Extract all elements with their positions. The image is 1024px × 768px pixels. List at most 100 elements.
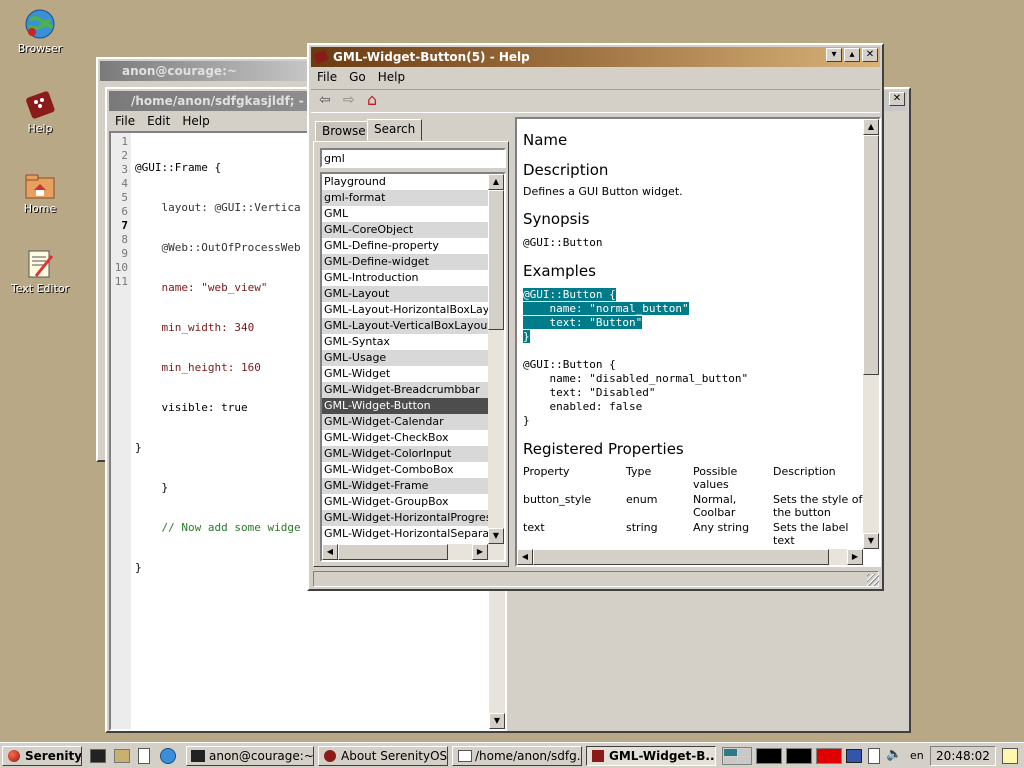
serenity-logo-icon <box>324 750 336 762</box>
heading-description: Description <box>523 161 609 179</box>
clock[interactable]: 20:48:02 <box>930 746 996 766</box>
desktop-icon-home[interactable]: Home <box>5 168 75 215</box>
scroll-thumb[interactable] <box>863 135 879 375</box>
help-window[interactable]: GML-Widget-Button(5) - Help ▾ ▴ ✕ File Go… <box>307 43 884 591</box>
volume-icon[interactable]: 🔈 <box>886 747 902 762</box>
h-scroll-thumb[interactable] <box>533 549 829 565</box>
network-icon[interactable] <box>846 749 862 763</box>
list-item[interactable]: GML-Widget <box>322 366 488 382</box>
list-item[interactable]: GML-Widget-CheckBox <box>322 430 488 446</box>
memory-graph[interactable] <box>816 748 842 764</box>
network-graph[interactable] <box>786 748 812 764</box>
text-editor-icon <box>24 248 56 280</box>
help-document-view[interactable]: Name Description Defines a GUI Button wi… <box>515 117 881 567</box>
tab-search[interactable]: Search <box>367 119 423 141</box>
editor-menu-edit[interactable]: Edit <box>141 111 176 131</box>
editor-menu-help[interactable]: Help <box>176 111 215 131</box>
editor-code[interactable]: @GUI::Frame { layout: @GUI::Vertica @Web… <box>135 135 301 601</box>
scroll-down-button[interactable]: ▼ <box>488 528 504 544</box>
list-item[interactable]: GML-Usage <box>322 350 488 366</box>
desktop-icon-text-editor[interactable]: Text Editor <box>5 248 75 295</box>
scroll-left-button[interactable]: ◀ <box>517 549 533 565</box>
terminal-titlebar[interactable]: anon@courage:~ <box>100 61 314 81</box>
search-input[interactable] <box>320 148 506 168</box>
task-help[interactable]: GML-Widget-B... <box>586 746 716 766</box>
list-item[interactable]: GML-Layout <box>322 286 488 302</box>
maximize-button[interactable]: ▴ <box>844 48 860 62</box>
clipboard-icon[interactable] <box>868 748 880 764</box>
terminal-icon[interactable] <box>90 749 106 763</box>
document-vertical-scrollbar[interactable]: ▲ ▼ <box>863 119 879 549</box>
list-item[interactable]: GML-Widget-Calendar <box>322 414 488 430</box>
help-menu-help[interactable]: Help <box>372 67 411 87</box>
list-item[interactable]: GML-Widget-Button <box>322 398 488 414</box>
list-item[interactable]: GML-CoreObject <box>322 222 488 238</box>
list-item[interactable]: gml-format <box>322 190 488 206</box>
file-manager-icon[interactable] <box>114 749 130 763</box>
desktop-icon-help[interactable]: Help <box>5 88 75 135</box>
workspace-switcher[interactable] <box>722 747 752 765</box>
keyboard-layout[interactable]: en <box>910 749 924 762</box>
resize-grip[interactable] <box>867 574 879 586</box>
list-item[interactable]: GML-Define-widget <box>322 254 488 270</box>
scroll-thumb[interactable] <box>488 190 504 330</box>
editor-menu-file[interactable]: File <box>109 111 141 131</box>
tab-browse[interactable]: Browse <box>315 121 373 141</box>
code-line: } <box>135 481 169 494</box>
list-item[interactable]: GML-Widget-ComboBox <box>322 462 488 478</box>
list-item[interactable]: GML-Widget-GroupBox <box>322 494 488 510</box>
list-item[interactable]: GML-Widget-HorizontalSeparator <box>322 526 488 542</box>
forward-icon[interactable]: ⇨ <box>343 92 355 108</box>
start-button[interactable]: Serenity <box>2 746 82 766</box>
workspace-4 <box>738 757 751 764</box>
text-editor-icon[interactable] <box>138 748 150 764</box>
browser-icon[interactable] <box>160 748 176 764</box>
back-icon[interactable]: ⇦ <box>319 92 331 108</box>
help-app-icon <box>313 50 329 64</box>
scroll-up-button[interactable]: ▲ <box>488 174 504 190</box>
desktop-icon-browser[interactable]: Browser <box>5 8 75 55</box>
list-item[interactable]: GML-Widget-ColorInput <box>322 446 488 462</box>
list-item[interactable]: GML-Layout-HorizontalBoxLayout <box>322 302 488 318</box>
scroll-left-button[interactable]: ◀ <box>322 544 338 560</box>
close-button[interactable]: ✕ <box>862 48 878 62</box>
tab-panel-search: Playgroundgml-formatGMLGML-CoreObjectGML… <box>313 141 509 567</box>
scroll-down-button[interactable]: ▼ <box>863 533 879 549</box>
editor-close-button[interactable]: ✕ <box>889 92 905 106</box>
help-menu-go[interactable]: Go <box>343 67 372 87</box>
list-item[interactable]: GML-Layout-VerticalBoxLayout <box>322 318 488 334</box>
list-item[interactable]: GML-Widget-Frame <box>322 478 488 494</box>
help-statusbar <box>313 571 879 587</box>
home-icon[interactable]: ⌂ <box>367 90 377 109</box>
list-item[interactable]: GML-Widget-HorizontalProgressbar <box>322 510 488 526</box>
list-item[interactable]: GML-Define-property <box>322 238 488 254</box>
code-line: visible: true <box>135 401 248 414</box>
h-scroll-thumb[interactable] <box>338 544 448 560</box>
search-results-list[interactable]: Playground gml-format GML GML-CoreObject GML… <box>320 172 506 562</box>
list-item[interactable]: GML-Introduction <box>322 270 488 286</box>
scroll-up-button[interactable]: ▲ <box>863 119 879 135</box>
scroll-down-button[interactable]: ▼ <box>489 713 505 729</box>
task-editor[interactable]: /home/anon/sdfg... <box>452 746 582 766</box>
minimize-button[interactable]: ▾ <box>826 48 842 62</box>
example-code-2[interactable]: @GUI::Button { name: "disabled_normal_bu… <box>523 358 863 428</box>
cpu-graph[interactable] <box>756 748 782 764</box>
scroll-right-button[interactable]: ▶ <box>472 544 488 560</box>
help-titlebar[interactable]: GML-Widget-Button(5) - Help <box>311 47 880 67</box>
help-menubar: File Go Help <box>311 67 880 87</box>
results-horizontal-scrollbar[interactable]: ◀ ▶ <box>322 544 504 560</box>
list-item[interactable]: GML-Syntax <box>322 334 488 350</box>
workspace-2 <box>738 749 751 756</box>
help-menu-file[interactable]: File <box>311 67 343 87</box>
task-about[interactable]: About SerenityOS <box>318 746 448 766</box>
notifications-icon[interactable] <box>1002 748 1018 764</box>
list-item[interactable]: GML-Widget-Breadcrumbbar <box>322 382 488 398</box>
results-vertical-scrollbar[interactable]: ▲ ▼ <box>488 174 504 544</box>
list-item[interactable]: Playground <box>322 174 488 190</box>
code-line: // Now add some widge <box>135 521 301 534</box>
task-terminal[interactable]: anon@courage:~ <box>186 746 314 766</box>
example-code-1[interactable]: @GUI::Button { name: "normal_button" tex… <box>523 288 863 344</box>
document-horizontal-scrollbar[interactable]: ◀ ▶ <box>517 549 863 565</box>
scroll-right-button[interactable]: ▶ <box>847 549 863 565</box>
list-item[interactable]: GML <box>322 206 488 222</box>
